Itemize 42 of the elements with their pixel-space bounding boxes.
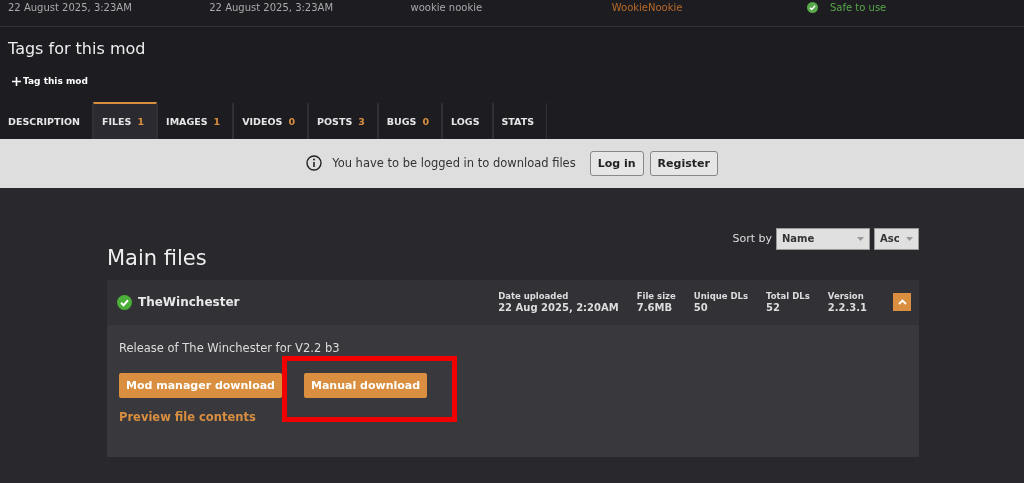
- caret-icon: [857, 236, 864, 241]
- login-button[interactable]: Log in: [589, 150, 644, 176]
- tab[interactable]: IMAGES 1: [157, 101, 234, 139]
- collapse-button[interactable]: [893, 293, 911, 311]
- safety-status: Safe to use: [829, 2, 888, 13]
- author-link[interactable]: WookieNookie: [603, 2, 805, 13]
- info-text: 22 August 2025, 3:23AM: [7, 2, 133, 13]
- tab[interactable]: VIDEOS 0: [233, 101, 308, 139]
- login-notice: You have to be logged in to download files: [332, 156, 576, 170]
- info-icon: [306, 155, 323, 171]
- info-text: 22 August 2025, 3:23AM: [208, 2, 335, 13]
- check-circle-icon: [117, 294, 132, 310]
- stat-value: 2.2.3.1: [827, 302, 867, 313]
- info-text: wookie nookie: [409, 2, 484, 13]
- chevron-icon: [897, 299, 907, 305]
- sort-field-dropdown[interactable]: Name: [776, 227, 870, 250]
- caret-icon: [906, 236, 913, 241]
- tag-mod-button[interactable]: Tag this mod: [8, 76, 92, 86]
- file-name: TheWinchester: [138, 295, 240, 309]
- tab[interactable]: STATS: [492, 101, 548, 139]
- section-title: Main files: [107, 245, 207, 270]
- tab[interactable]: FILES 1: [93, 101, 158, 139]
- plus-icon: [12, 76, 21, 86]
- section-title: Tags for this mod: [8, 39, 147, 58]
- stat-label: Total DLs: [766, 291, 810, 301]
- file-description: Release of The Winchester for V2.2 b3: [119, 340, 341, 355]
- sort-order-dropdown[interactable]: Asc: [874, 227, 919, 250]
- preview-link[interactable]: Preview file contents: [119, 409, 256, 424]
- sort-label: Sort by: [732, 232, 772, 245]
- stat-value: 50: [693, 302, 709, 313]
- stat-label: Unique DLs: [693, 291, 749, 301]
- tab[interactable]: LOGS: [442, 101, 493, 139]
- stat-label: Date uploaded: [498, 291, 570, 301]
- stat-value: 22 Aug 2025, 2:20AM: [498, 302, 619, 313]
- stat-value: 7.6MB: [636, 302, 674, 313]
- stat-value: 52: [766, 302, 781, 313]
- tab[interactable]: POSTS 3: [308, 101, 378, 139]
- tab[interactable]: BUGS 0: [377, 101, 443, 139]
- stat-label: Version: [827, 291, 865, 301]
- stat-label: File size: [636, 291, 676, 301]
- register-button[interactable]: Register: [649, 150, 718, 176]
- check-circle-icon: [807, 2, 818, 13]
